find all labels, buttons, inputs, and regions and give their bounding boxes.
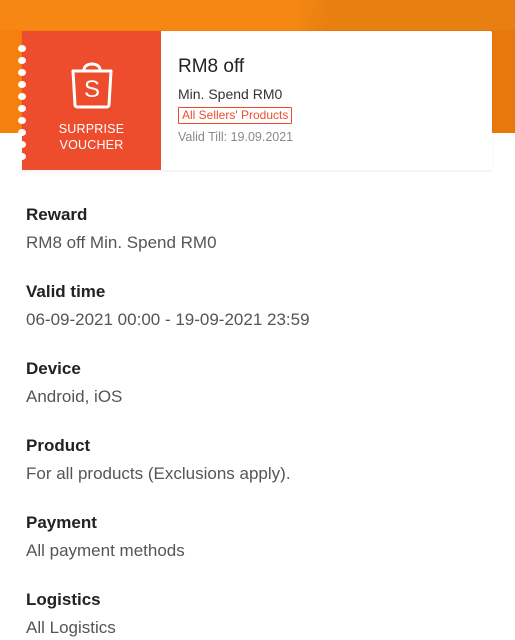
voucher-notch	[18, 153, 26, 160]
detail-value: All Logistics	[26, 618, 116, 637]
voucher-info: RM8 off Min. Spend RM0 All Sellers' Prod…	[161, 31, 293, 170]
voucher-card[interactable]: S SURPRISE VOUCHER RM8 off Min. Spend RM…	[18, 31, 492, 170]
detail-value: All payment methods	[26, 541, 185, 560]
detail-label: Logistics	[26, 590, 101, 609]
voucher-notch	[18, 129, 26, 136]
detail-row-reward: Reward RM8 off Min. Spend RM0	[26, 205, 496, 282]
detail-value: Android, iOS	[26, 387, 123, 406]
voucher-details: Reward RM8 off Min. Spend RM0 Valid time…	[26, 205, 496, 640]
voucher-notch	[18, 105, 26, 112]
voucher-tag: SURPRISE VOUCHER	[59, 121, 125, 153]
detail-row-device: Device Android, iOS	[26, 359, 496, 436]
detail-label: Payment	[26, 513, 97, 532]
voucher-notch	[18, 141, 26, 148]
voucher-notch	[18, 81, 26, 88]
detail-value: 06-09-2021 00:00 - 19-09-2021 23:59	[26, 310, 310, 329]
detail-row-valid-time: Valid time 06-09-2021 00:00 - 19-09-2021…	[26, 282, 496, 359]
voucher-valid-till: Valid Till: 19.09.2021	[178, 130, 294, 144]
voucher-notch	[18, 45, 26, 52]
voucher-notch	[18, 117, 26, 124]
detail-value: RM8 off Min. Spend RM0	[26, 233, 217, 252]
voucher-title: RM8 off	[178, 56, 245, 77]
voucher-notch	[18, 69, 26, 76]
voucher-notch	[18, 93, 26, 100]
detail-row-payment: Payment All payment methods	[26, 513, 496, 590]
voucher-notch	[18, 57, 26, 64]
voucher-badge: S SURPRISE VOUCHER	[18, 31, 161, 170]
detail-row-logistics: Logistics All Logistics	[26, 590, 496, 640]
detail-label: Reward	[26, 205, 88, 224]
detail-row-product: Product For all products (Exclusions app…	[26, 436, 496, 513]
detail-value: For all products (Exclusions apply).	[26, 464, 291, 483]
voucher-min-spend: Min. Spend RM0	[178, 86, 283, 102]
bag-letter: S	[83, 76, 99, 103]
voucher-tag-line1: SURPRISE	[58, 122, 125, 136]
voucher-scope-chip: All Sellers' Products	[178, 107, 293, 124]
detail-label: Product	[26, 436, 91, 455]
shopee-bag-icon: S	[71, 62, 112, 109]
detail-label: Device	[26, 359, 81, 378]
voucher-tag-line2: VOUCHER	[59, 138, 124, 152]
detail-label: Valid time	[26, 282, 106, 301]
